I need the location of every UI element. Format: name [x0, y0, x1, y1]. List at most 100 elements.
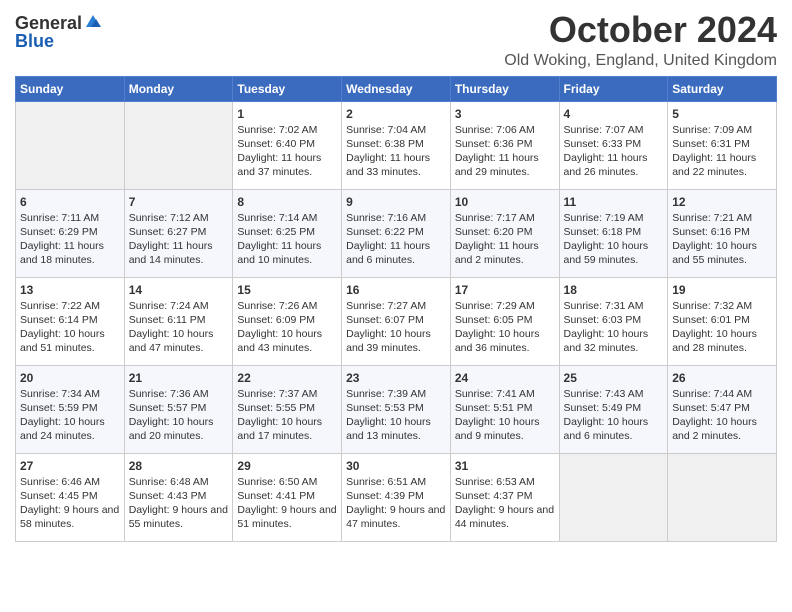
daylight-text: Daylight: 10 hours and 17 minutes.	[237, 416, 322, 442]
sunrise-text: Sunrise: 7:19 AM	[564, 212, 644, 224]
daylight-text: Daylight: 9 hours and 55 minutes.	[129, 504, 228, 530]
day-number: 21	[129, 370, 229, 386]
calendar-cell: 1Sunrise: 7:02 AMSunset: 6:40 PMDaylight…	[233, 101, 342, 189]
sunset-text: Sunset: 5:55 PM	[237, 402, 315, 414]
month-title: October 2024	[504, 10, 777, 50]
logo-general: General	[15, 14, 82, 32]
calendar-cell: 10Sunrise: 7:17 AMSunset: 6:20 PMDayligh…	[450, 189, 559, 277]
daylight-text: Daylight: 11 hours and 6 minutes.	[346, 240, 430, 266]
sunset-text: Sunset: 6:18 PM	[564, 226, 642, 238]
daylight-text: Daylight: 10 hours and 6 minutes.	[564, 416, 649, 442]
sunrise-text: Sunrise: 6:50 AM	[237, 476, 317, 488]
sunset-text: Sunset: 4:39 PM	[346, 490, 424, 502]
day-header: Tuesday	[233, 76, 342, 101]
day-number: 31	[455, 458, 555, 474]
calendar-cell: 28Sunrise: 6:48 AMSunset: 4:43 PMDayligh…	[124, 453, 233, 541]
daylight-text: Daylight: 9 hours and 44 minutes.	[455, 504, 554, 530]
title-area: October 2024 Old Woking, England, United…	[504, 10, 777, 70]
sunrise-text: Sunrise: 7:32 AM	[672, 300, 752, 312]
sunset-text: Sunset: 6:05 PM	[455, 314, 533, 326]
sunset-text: Sunset: 6:27 PM	[129, 226, 207, 238]
sunrise-text: Sunrise: 7:26 AM	[237, 300, 317, 312]
header-row: SundayMondayTuesdayWednesdayThursdayFrid…	[16, 76, 777, 101]
sunset-text: Sunset: 6:25 PM	[237, 226, 315, 238]
calendar-cell: 19Sunrise: 7:32 AMSunset: 6:01 PMDayligh…	[668, 277, 777, 365]
daylight-text: Daylight: 10 hours and 32 minutes.	[564, 328, 649, 354]
calendar-cell: 27Sunrise: 6:46 AMSunset: 4:45 PMDayligh…	[16, 453, 125, 541]
logo: General Blue	[15, 10, 102, 50]
sunset-text: Sunset: 6:03 PM	[564, 314, 642, 326]
day-number: 29	[237, 458, 337, 474]
sunrise-text: Sunrise: 6:46 AM	[20, 476, 100, 488]
day-number: 19	[672, 282, 772, 298]
calendar-cell: 4Sunrise: 7:07 AMSunset: 6:33 PMDaylight…	[559, 101, 668, 189]
day-number: 16	[346, 282, 446, 298]
day-number: 23	[346, 370, 446, 386]
daylight-text: Daylight: 10 hours and 47 minutes.	[129, 328, 214, 354]
calendar-cell: 7Sunrise: 7:12 AMSunset: 6:27 PMDaylight…	[124, 189, 233, 277]
sunrise-text: Sunrise: 7:06 AM	[455, 124, 535, 136]
sunrise-text: Sunrise: 7:44 AM	[672, 388, 752, 400]
day-header: Sunday	[16, 76, 125, 101]
daylight-text: Daylight: 11 hours and 18 minutes.	[20, 240, 104, 266]
day-number: 22	[237, 370, 337, 386]
sunrise-text: Sunrise: 7:36 AM	[129, 388, 209, 400]
calendar-cell: 21Sunrise: 7:36 AMSunset: 5:57 PMDayligh…	[124, 365, 233, 453]
header: General Blue October 2024 Old Woking, En…	[15, 10, 777, 70]
day-number: 7	[129, 194, 229, 210]
sunset-text: Sunset: 6:29 PM	[20, 226, 98, 238]
daylight-text: Daylight: 10 hours and 43 minutes.	[237, 328, 322, 354]
sunrise-text: Sunrise: 7:17 AM	[455, 212, 535, 224]
sunset-text: Sunset: 5:53 PM	[346, 402, 424, 414]
calendar-cell: 2Sunrise: 7:04 AMSunset: 6:38 PMDaylight…	[342, 101, 451, 189]
calendar-cell: 6Sunrise: 7:11 AMSunset: 6:29 PMDaylight…	[16, 189, 125, 277]
day-number: 13	[20, 282, 120, 298]
sunrise-text: Sunrise: 7:07 AM	[564, 124, 644, 136]
sunrise-text: Sunrise: 7:41 AM	[455, 388, 535, 400]
sunset-text: Sunset: 6:38 PM	[346, 138, 424, 150]
sunset-text: Sunset: 5:51 PM	[455, 402, 533, 414]
day-number: 9	[346, 194, 446, 210]
calendar-week-row: 20Sunrise: 7:34 AMSunset: 5:59 PMDayligh…	[16, 365, 777, 453]
day-header: Thursday	[450, 76, 559, 101]
daylight-text: Daylight: 11 hours and 29 minutes.	[455, 152, 539, 178]
calendar-cell: 30Sunrise: 6:51 AMSunset: 4:39 PMDayligh…	[342, 453, 451, 541]
day-number: 27	[20, 458, 120, 474]
day-number: 25	[564, 370, 664, 386]
sunset-text: Sunset: 6:36 PM	[455, 138, 533, 150]
sunrise-text: Sunrise: 6:53 AM	[455, 476, 535, 488]
calendar-cell	[668, 453, 777, 541]
day-header: Friday	[559, 76, 668, 101]
sunset-text: Sunset: 6:16 PM	[672, 226, 750, 238]
sunset-text: Sunset: 6:22 PM	[346, 226, 424, 238]
sunset-text: Sunset: 6:09 PM	[237, 314, 315, 326]
sunset-text: Sunset: 5:49 PM	[564, 402, 642, 414]
logo-blue: Blue	[15, 32, 54, 50]
daylight-text: Daylight: 11 hours and 26 minutes.	[564, 152, 648, 178]
sunrise-text: Sunrise: 7:12 AM	[129, 212, 209, 224]
daylight-text: Daylight: 9 hours and 51 minutes.	[237, 504, 336, 530]
day-number: 26	[672, 370, 772, 386]
sunrise-text: Sunrise: 6:48 AM	[129, 476, 209, 488]
calendar-cell	[559, 453, 668, 541]
sunrise-text: Sunrise: 7:02 AM	[237, 124, 317, 136]
daylight-text: Daylight: 10 hours and 36 minutes.	[455, 328, 540, 354]
calendar-cell: 23Sunrise: 7:39 AMSunset: 5:53 PMDayligh…	[342, 365, 451, 453]
day-number: 8	[237, 194, 337, 210]
sunrise-text: Sunrise: 7:24 AM	[129, 300, 209, 312]
calendar-cell: 3Sunrise: 7:06 AMSunset: 6:36 PMDaylight…	[450, 101, 559, 189]
sunset-text: Sunset: 4:45 PM	[20, 490, 98, 502]
day-header: Monday	[124, 76, 233, 101]
day-number: 17	[455, 282, 555, 298]
day-header: Saturday	[668, 76, 777, 101]
calendar-cell: 22Sunrise: 7:37 AMSunset: 5:55 PMDayligh…	[233, 365, 342, 453]
calendar-cell: 18Sunrise: 7:31 AMSunset: 6:03 PMDayligh…	[559, 277, 668, 365]
sunset-text: Sunset: 6:40 PM	[237, 138, 315, 150]
day-number: 24	[455, 370, 555, 386]
daylight-text: Daylight: 11 hours and 37 minutes.	[237, 152, 321, 178]
day-number: 18	[564, 282, 664, 298]
daylight-text: Daylight: 10 hours and 9 minutes.	[455, 416, 540, 442]
daylight-text: Daylight: 11 hours and 10 minutes.	[237, 240, 321, 266]
day-number: 6	[20, 194, 120, 210]
sunset-text: Sunset: 5:57 PM	[129, 402, 207, 414]
